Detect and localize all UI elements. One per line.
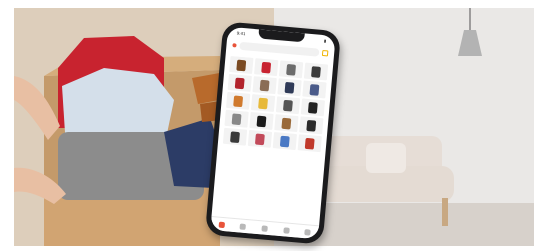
product-thumbnail[interactable] <box>250 94 276 112</box>
shirt-icon <box>309 83 320 96</box>
product-thumbnail[interactable] <box>272 132 297 151</box>
search-icon[interactable] <box>239 223 247 230</box>
product-thumbnail[interactable] <box>226 91 251 110</box>
book-icon <box>254 133 265 145</box>
watch-icon <box>231 112 242 125</box>
product-thumbnail[interactable] <box>252 76 277 95</box>
product-thumbnail[interactable] <box>254 58 279 77</box>
product-thumbnail[interactable] <box>227 73 252 92</box>
smartphone: 9:41 ▮ <box>204 21 342 245</box>
promo-banner: 9:41 ▮ <box>0 0 544 251</box>
bell-icon[interactable] <box>282 226 290 234</box>
product-thumbnail[interactable] <box>300 98 326 117</box>
battery-icon: ▮ <box>323 38 327 44</box>
sunglasses-icon <box>256 115 267 127</box>
product-thumbnail[interactable] <box>303 62 329 81</box>
bag-icon <box>284 81 295 94</box>
product-thumbnail[interactable] <box>222 127 248 146</box>
product-thumbnail[interactable] <box>302 80 327 99</box>
dress-icon <box>234 77 245 89</box>
app-logo-icon <box>232 42 237 47</box>
box-icon <box>233 94 244 107</box>
coat-icon <box>311 65 321 78</box>
jacket-icon <box>307 101 318 114</box>
book-icon <box>259 79 270 91</box>
phone-screen: 9:41 ▮ <box>210 26 336 240</box>
boots-icon <box>230 130 240 143</box>
jacket-icon <box>261 61 272 74</box>
product-thumbnail[interactable] <box>297 134 322 153</box>
clock-icon <box>279 135 290 147</box>
home-icon[interactable] <box>218 221 225 228</box>
product-thumbnail[interactable] <box>278 60 304 79</box>
product-thumbnail[interactable] <box>247 129 273 148</box>
card-icon <box>258 97 269 109</box>
status-time: 9:41 <box>236 30 246 37</box>
bag-icon <box>281 117 292 130</box>
item-grid <box>218 56 333 153</box>
product-thumbnail[interactable] <box>224 109 249 128</box>
product-thumbnail[interactable] <box>249 111 274 130</box>
bookmark-icon[interactable] <box>321 49 329 56</box>
coat-icon <box>286 63 297 76</box>
coat-icon <box>306 119 317 132</box>
product-thumbnail[interactable] <box>299 116 324 135</box>
product-thumbnail[interactable] <box>275 96 301 115</box>
product-thumbnail[interactable] <box>229 56 254 74</box>
camera-icon[interactable] <box>261 224 268 232</box>
user-icon[interactable] <box>304 228 311 236</box>
product-thumbnail[interactable] <box>277 78 302 97</box>
product-thumbnail[interactable] <box>274 114 299 133</box>
can-icon <box>304 137 315 150</box>
controller-icon <box>283 99 293 112</box>
shoes-icon <box>236 59 247 71</box>
